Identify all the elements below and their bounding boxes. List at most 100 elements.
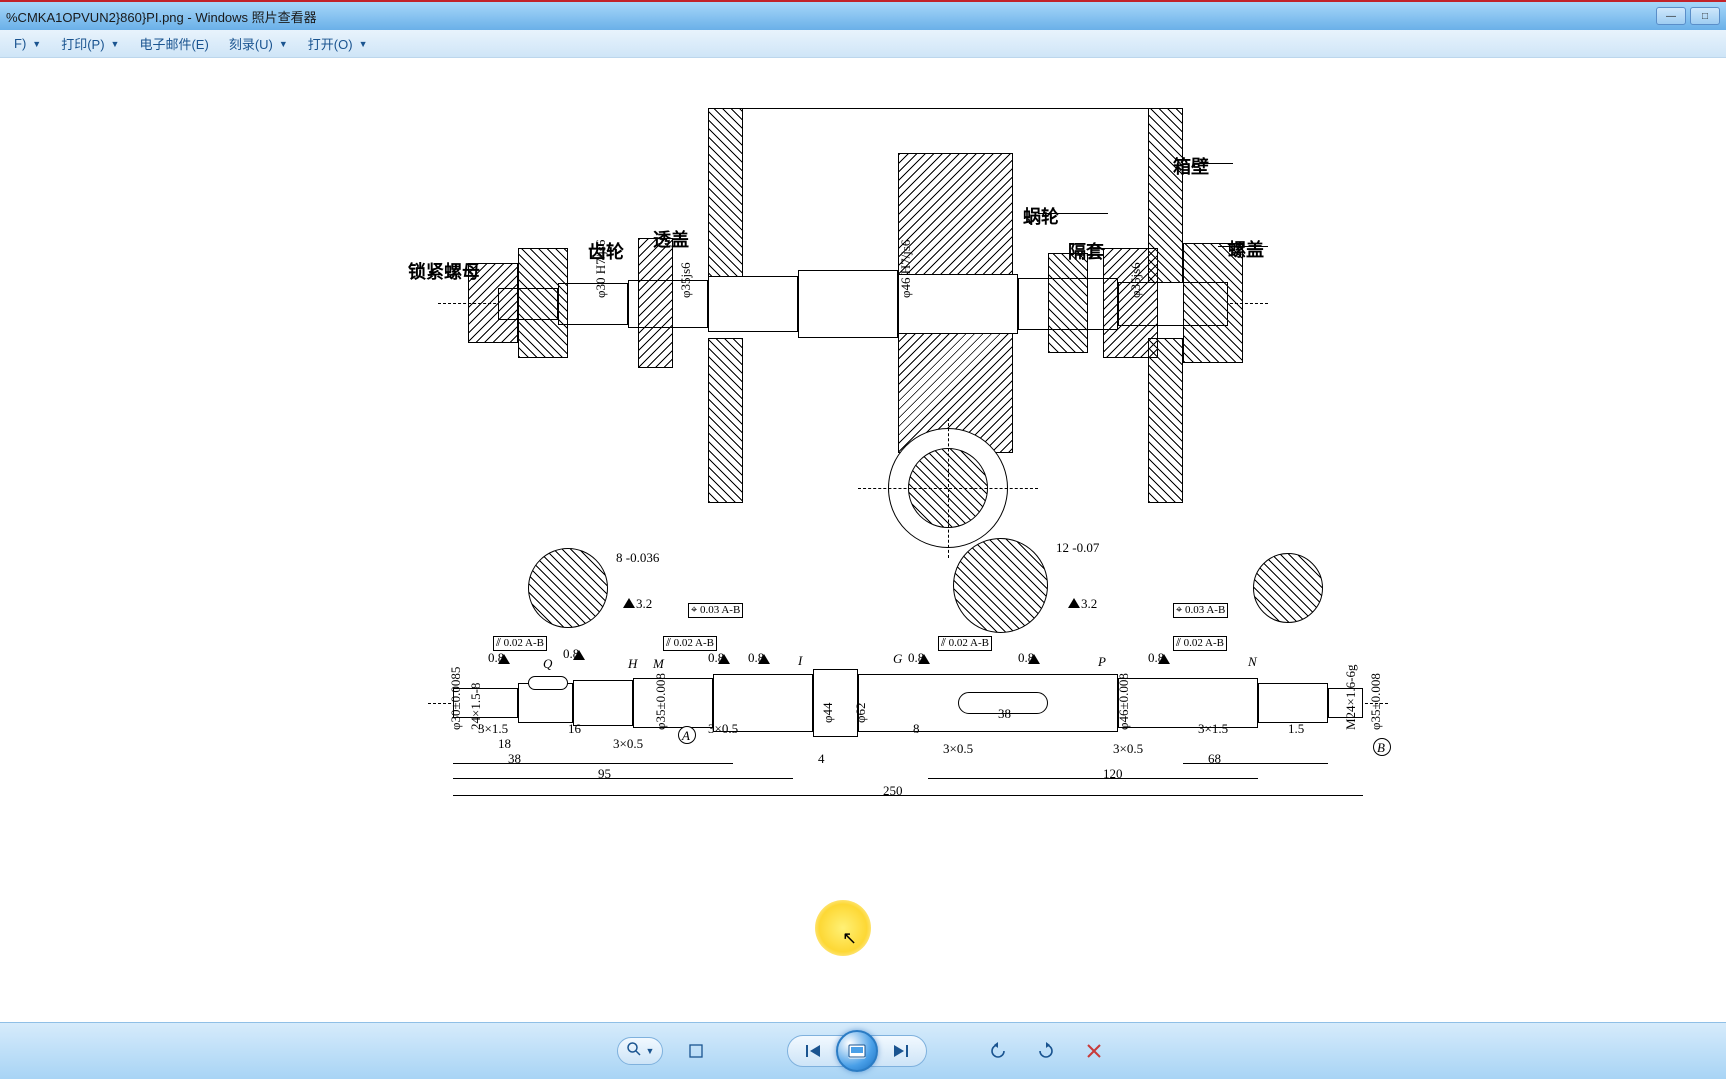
sec-N: N (1248, 654, 1257, 670)
menu-email-label: 电子邮件(E) (139, 34, 208, 53)
dimline (928, 778, 1258, 779)
tol-002-2: ⫽ 0.02 A-B (663, 636, 717, 651)
menu-bar: F) ▼ 打印(P) ▼ 电子邮件(E) 刻录(U) ▼ 打开(O) ▼ (0, 30, 1726, 58)
menu-burn[interactable]: 刻录(U) ▼ (219, 31, 298, 56)
fit-46: φ46 H7/js6 (898, 240, 914, 298)
minimize-button[interactable]: — (1656, 7, 1686, 25)
menu-open[interactable]: 打开(O) ▼ (298, 31, 378, 56)
tol-003-2: ⌖ 0.03 A-B (1173, 603, 1228, 618)
rotate-cw-button[interactable] (1031, 1037, 1061, 1065)
leader (1193, 163, 1233, 164)
fit-30: φ30 H7/js6 (593, 240, 609, 298)
dim-3x05b: 3×0.5 (708, 721, 738, 737)
label-transparent-cover: 透盖 (653, 226, 689, 252)
window-controls: — □ (1656, 7, 1720, 25)
dim-d30: φ30±0.0085 (448, 667, 464, 730)
dim-d46: φ46±0.008 (1116, 673, 1132, 730)
menu-open-label: 打开(O) (308, 34, 353, 53)
cover-left (638, 238, 673, 368)
label-screw-cap: 螺盖 (1228, 236, 1264, 262)
menu-burn-label: 刻录(U) (229, 34, 273, 53)
displayed-image: 箱壁 蜗轮 隔套 螺盖 齿轮 透盖 锁紧螺母 φ30 H7/js6 φ35js6… (198, 98, 1528, 848)
leader (1038, 213, 1108, 214)
dimline (1183, 763, 1328, 764)
fit-window-button[interactable] (681, 1037, 711, 1065)
dim-120: 120 (1103, 766, 1123, 782)
ra08-3: 0.8 (1018, 650, 1034, 666)
dim-38b: 38 (998, 706, 1011, 722)
tol-003-1: ⌖ 0.03 A-B (688, 603, 743, 618)
next-button[interactable] (876, 1037, 924, 1065)
magnifier-icon (626, 1041, 642, 1062)
dim-d44: φ44 (820, 702, 836, 723)
dimline (453, 778, 793, 779)
datum-A: A (682, 728, 690, 744)
menu-email[interactable]: 电子邮件(E) (129, 31, 218, 56)
previous-button[interactable] (790, 1037, 838, 1065)
shaft-seg-4 (708, 276, 798, 332)
dim-d62: φ62 (853, 702, 869, 723)
key-section-1 (528, 548, 608, 628)
label-worm-wheel: 蜗轮 (1023, 203, 1059, 229)
sec-G: G (893, 651, 902, 667)
menu-print[interactable]: 打印(P) ▼ (51, 31, 129, 56)
dim-d35b: φ35±0.008 (1368, 673, 1384, 730)
delete-button[interactable] (1079, 1037, 1109, 1065)
box-wall-right-b (1148, 338, 1183, 503)
surface-finish-icon (1068, 598, 1080, 608)
sec-H: H (628, 656, 637, 672)
chevron-down-icon: ▼ (646, 1046, 655, 1056)
fit-35: φ35js6 (678, 262, 694, 298)
label-lock-nut: 锁紧螺母 (408, 258, 480, 284)
maximize-button[interactable]: □ (1690, 7, 1720, 25)
leader (1218, 246, 1268, 247)
sec-I: I (798, 653, 802, 669)
ra32a: 3.2 (636, 596, 652, 612)
dim-m24: M24×1.6-6g (1343, 665, 1359, 730)
image-viewport[interactable]: 箱壁 蜗轮 隔套 螺盖 齿轮 透盖 锁紧螺母 φ30 H7/js6 φ35js6… (0, 58, 1726, 1022)
ra08-g: 0.8 (908, 650, 924, 666)
shaft-seg-6 (898, 274, 1018, 334)
ra08-1: 0.8 (488, 650, 504, 666)
centerline-v (948, 418, 949, 558)
dim-3x05a: 3×0.5 (613, 736, 643, 752)
dimline (453, 763, 733, 764)
leader (1093, 248, 1148, 249)
fit-35b: φ35js6 (1128, 262, 1144, 298)
dim-4: 4 (818, 751, 825, 767)
rotate-ccw-button[interactable] (983, 1037, 1013, 1065)
dim-15: 1.5 (1288, 721, 1304, 737)
window-title: %CMKA1OPVUN2}860}PI.png - Windows 照片查看器 (6, 7, 1656, 26)
surface-finish-icon (623, 598, 635, 608)
sec-M: M (653, 656, 664, 672)
ra32b: 3.2 (1081, 596, 1097, 612)
key12: 12 -0.07 (1056, 540, 1099, 556)
key-section-2 (953, 538, 1048, 633)
box-wall-left-b (708, 338, 743, 503)
dim-68: 68 (1208, 751, 1221, 767)
ls-8 (1118, 678, 1258, 728)
menu-file-label: F) (14, 36, 26, 51)
navigation-group (787, 1035, 927, 1067)
slideshow-button[interactable] (836, 1030, 878, 1072)
tol-002-1: ⫽ 0.02 A-B (493, 636, 547, 651)
menu-print-label: 打印(P) (61, 34, 104, 53)
zoom-control[interactable]: ▼ (617, 1037, 664, 1065)
menu-file[interactable]: F) ▼ (4, 33, 51, 54)
ls-4 (633, 678, 713, 728)
dim-8: 8 (913, 721, 920, 737)
dim-38: 38 (508, 751, 521, 767)
dim-3x15a: 3×1.5 (478, 721, 508, 737)
dimline-250 (453, 795, 1363, 796)
dim-d35: φ35±0.008 (653, 673, 669, 730)
datum-B: B (1377, 740, 1385, 756)
label-box-wall: 箱壁 (1173, 153, 1209, 179)
ls-9 (1258, 683, 1328, 723)
dim-16: 16 (568, 721, 581, 737)
tol-002-3: ⫽ 0.02 A-B (938, 636, 992, 651)
key8: 8 -0.036 (616, 550, 659, 566)
outline (743, 108, 1148, 109)
label-sleeve: 隔套 (1068, 238, 1104, 264)
sec-Q: Q (543, 656, 552, 672)
ra08-1b: 0.8 (563, 646, 579, 662)
